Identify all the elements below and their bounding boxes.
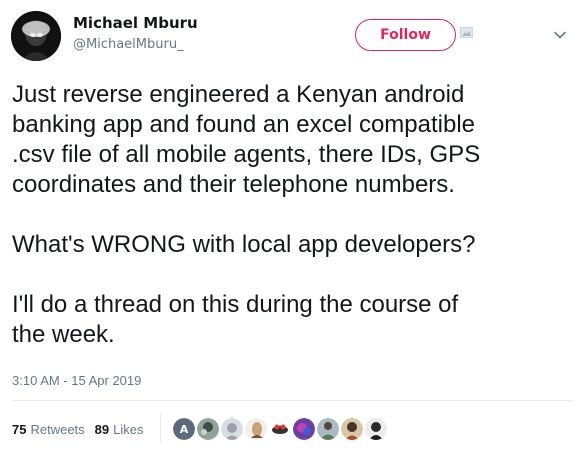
liker-avatar[interactable]: [197, 418, 219, 440]
tweet-paragraph: I'll do a thread on this during the cour…: [12, 290, 577, 350]
liker-avatar[interactable]: [341, 418, 363, 440]
follow-button[interactable]: Follow: [355, 19, 456, 51]
tweet-line: What's WRONG with local app developers?: [12, 231, 476, 258]
liker-avatar[interactable]: [245, 418, 267, 440]
retweets-stat[interactable]: 75 Retweets: [12, 422, 85, 437]
svg-text:A: A: [180, 423, 189, 436]
tweet-line: banking app and found an excel compatibl…: [12, 111, 476, 138]
liker-avatar[interactable]: [293, 418, 315, 440]
username-handle[interactable]: @MichaelMburu_: [73, 37, 184, 52]
liker-avatars: A: [173, 418, 389, 440]
liker-avatar[interactable]: [317, 418, 339, 440]
liker-avatar[interactable]: [221, 418, 243, 440]
tweet-line: Just reverse engineered a Kenyan android: [12, 81, 465, 108]
tweet: Michael Mburu @MichaelMburu_ Follow Just…: [0, 0, 587, 454]
tweet-paragraph: Just reverse engineered a Kenyan android…: [12, 80, 577, 200]
retweets-count: 75: [12, 421, 27, 437]
tweet-line: .csv file of all mobile agents, there ID…: [12, 141, 481, 168]
tweet-text: Just reverse engineered a Kenyan android…: [12, 80, 577, 350]
liker-avatar[interactable]: [269, 418, 291, 440]
tweet-paragraph: What's WRONG with local app developers?: [12, 230, 577, 260]
likes-count: 89: [94, 421, 110, 437]
avatar-image: [11, 11, 61, 61]
stats-divider: [160, 413, 161, 443]
tweet-line: coordinates and their telephone numbers.: [12, 171, 455, 198]
tweet-line: I'll do a thread on this during the cour…: [12, 291, 459, 318]
tweet-stats: 75 Retweets 89 Likes: [12, 419, 144, 439]
retweets-label: Retweets: [30, 421, 85, 437]
tweet-line: the week.: [12, 321, 115, 348]
display-name[interactable]: Michael Mburu: [73, 14, 198, 32]
liker-avatar[interactable]: [365, 418, 387, 440]
chevron-down-icon[interactable]: [553, 28, 567, 42]
likes-label: Likes: [113, 421, 144, 437]
divider: [12, 400, 574, 401]
avatar[interactable]: [11, 11, 61, 61]
likes-stat[interactable]: 89 Likes: [95, 422, 144, 437]
liker-avatar[interactable]: A: [173, 418, 195, 440]
image-thumbnail-icon: [460, 27, 473, 38]
tweet-timestamp[interactable]: 3:10 AM - 15 Apr 2019: [12, 373, 141, 388]
